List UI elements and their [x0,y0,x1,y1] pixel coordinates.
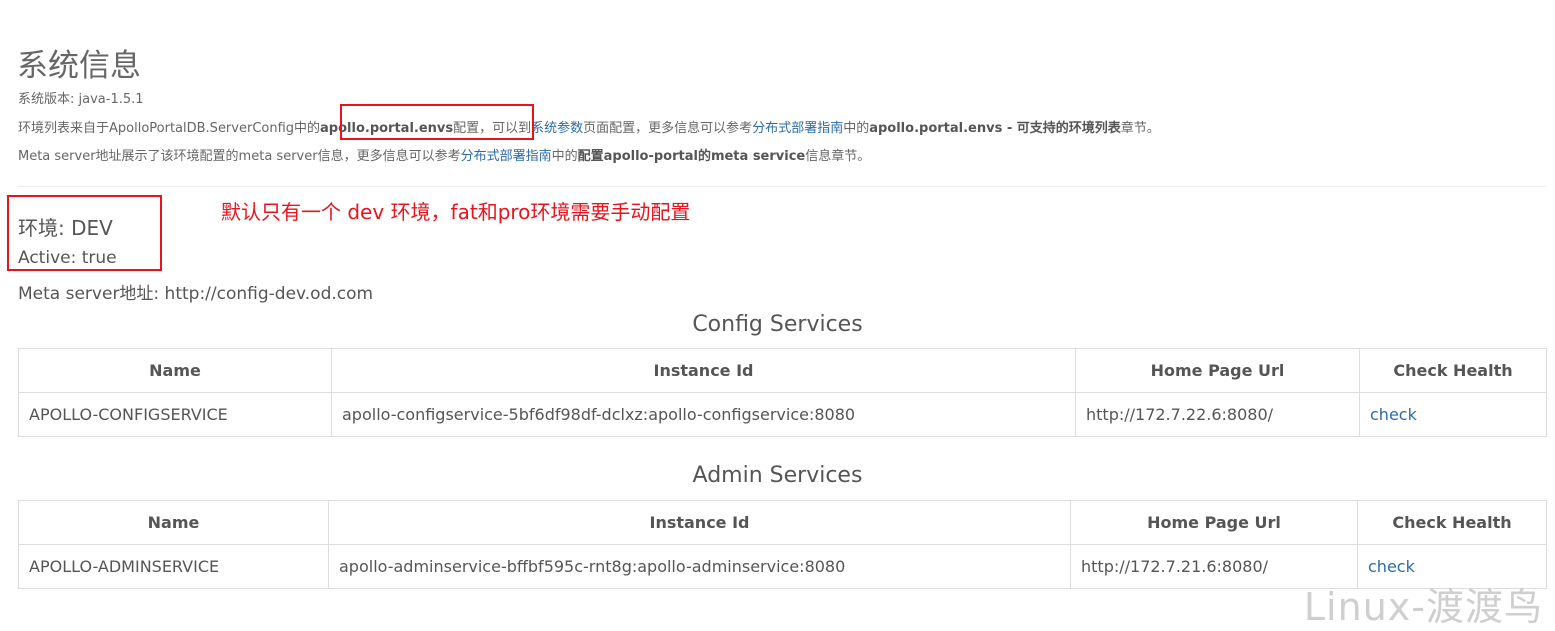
col-header-check-health: Check Health [1359,348,1547,393]
col-header-check-health: Check Health [1357,500,1547,545]
config-services-table: Name Instance Id Home Page Url Check Hea… [18,348,1547,437]
meta-section-name: 配置apollo-portal的meta service [577,149,806,164]
envs-text-1: 环境列表来自于ApolloPortalDB.ServerConfig中的 [18,121,321,136]
annotation-note: 默认只有一个 dev 环境，fat和pro环境需要手动配置 [221,200,691,224]
meta-deploy-guide-link[interactable]: 分布式部署指南 [461,149,552,164]
col-header-name: Name [18,348,332,393]
meta-text-3: 信息章节。 [805,149,871,164]
service-name: APOLLO-ADMINSERVICE [18,544,329,589]
deploy-guide-link[interactable]: 分布式部署指南 [752,121,843,136]
envs-text-4: 中的 [843,121,870,136]
section-divider [18,186,1546,187]
watermark: Linux-渡渡鸟 [1303,585,1543,629]
system-version: 系统版本: java-1.5.1 [18,92,144,107]
page-title: 系统信息 [17,48,141,84]
col-header-home-page-url: Home Page Url [1075,348,1360,393]
instance-id: apollo-configservice-5bf6df98df-dclxz:ap… [331,392,1076,437]
envs-text-3: 页面配置，更多信息可以参考 [583,121,753,136]
check-health-link[interactable]: check [1368,557,1415,576]
meta-server-address: Meta server地址: http://config-dev.od.com [18,284,374,304]
admin-services-title: Admin Services [692,463,863,488]
instance-id: apollo-adminservice-bffbf595c-rnt8g:apol… [328,544,1071,589]
meta-text-2: 中的 [551,149,578,164]
table-header-row: Name Instance Id Home Page Url Check Hea… [18,500,1547,545]
home-page-url: http://172.7.22.6:8080/ [1075,392,1360,437]
envs-section-name: apollo.portal.envs - 可支持的环境列表 [869,121,1121,136]
table-row: APOLLO-CONFIGSERVICE apollo-configservic… [18,392,1547,437]
envs-text-5: 章节。 [1120,121,1160,136]
col-header-name: Name [18,500,329,545]
table-header-row: Name Instance Id Home Page Url Check Hea… [18,348,1547,393]
envs-info-line: 环境列表来自于ApolloPortalDB.ServerConfig中的 apol… [18,117,1160,136]
col-header-instance-id: Instance Id [328,500,1071,545]
col-header-instance-id: Instance Id [331,348,1076,393]
meta-text-1: Meta server地址展示了该环境配置的meta server信息，更多信息… [18,149,461,164]
service-name: APOLLO-CONFIGSERVICE [18,392,332,437]
system-params-link[interactable]: 系统参数 [531,121,583,136]
col-header-home-page-url: Home Page Url [1070,500,1358,545]
check-health-cell: check [1359,392,1547,437]
config-services-title: Config Services [692,312,863,337]
meta-info-line: Meta server地址展示了该环境配置的meta server信息，更多信息… [18,145,870,164]
check-health-link[interactable]: check [1370,405,1417,424]
annotation-box-env [7,195,162,271]
annotation-box-envs-key [340,104,534,140]
